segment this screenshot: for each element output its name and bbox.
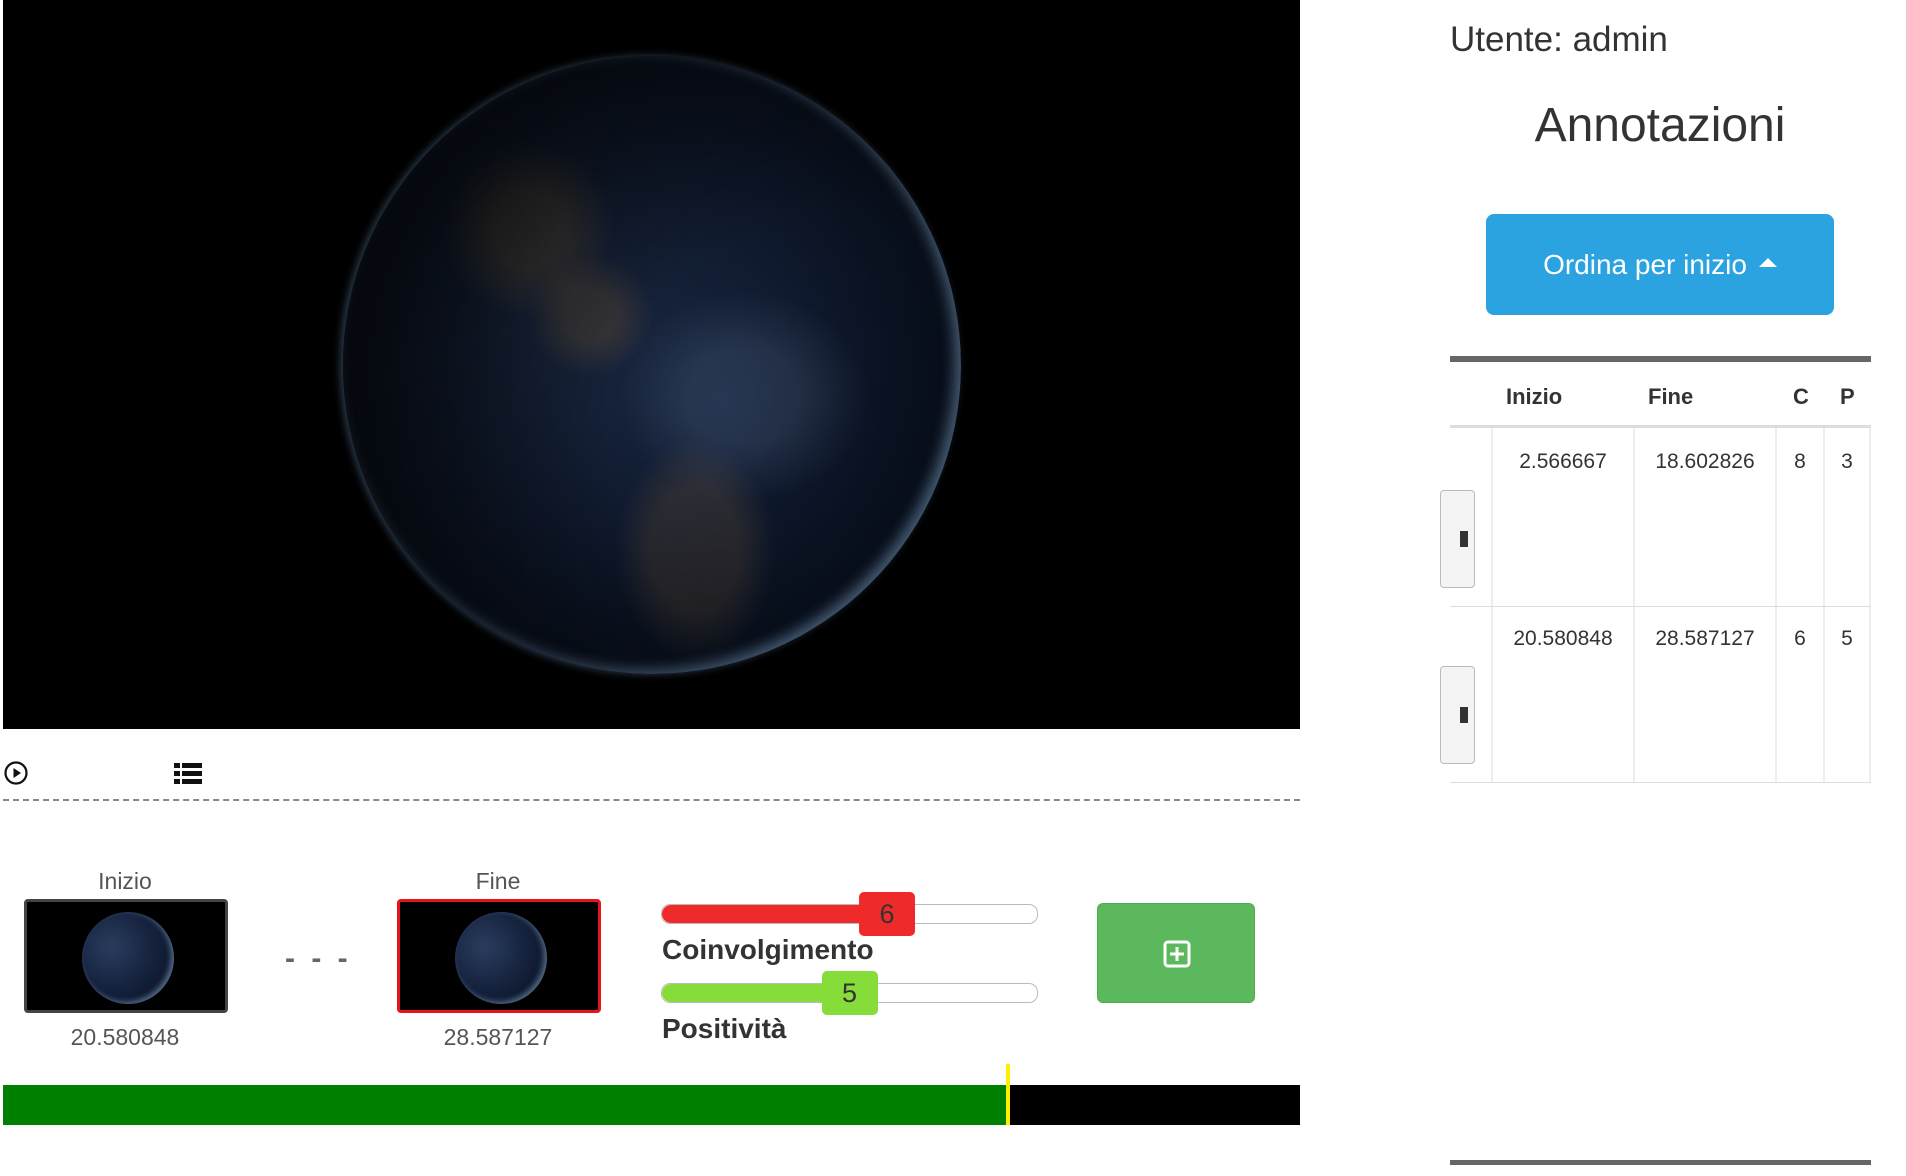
positivita-label: Positività: [662, 1013, 787, 1044]
end-time: 28.587127: [443, 1024, 553, 1050]
table-top-border: [1450, 356, 1871, 362]
coinvolgimento-slider[interactable]: 6: [661, 892, 1038, 936]
coinvolgimento-slider-fill: [662, 905, 863, 923]
start-thumbnail-image: [82, 912, 174, 1004]
table-grid-line: [1823, 428, 1825, 782]
table-grid-line: [1491, 428, 1493, 782]
positivita-slider-handle[interactable]: 5: [821, 971, 878, 1015]
video-frame-earth: [343, 56, 961, 674]
current-user: Utente: admin: [1450, 20, 1668, 59]
table-grid-line: [1775, 428, 1777, 782]
coinvolgimento-label: Coinvolgimento: [662, 934, 874, 965]
column-header-inizio: Inizio: [1506, 384, 1563, 409]
timeline-bar[interactable]: [3, 1064, 1300, 1125]
row-1-inizio: 2.566667: [1519, 450, 1607, 473]
plus-square-icon: [1163, 940, 1191, 968]
timeline-cursor[interactable]: [1005, 1064, 1010, 1125]
end-label: Fine: [475, 868, 521, 894]
list-icon[interactable]: [174, 762, 202, 786]
range-separator: - - -: [285, 942, 352, 975]
table-bottom-border: [1450, 1160, 1871, 1165]
play-circle-icon[interactable]: [4, 761, 28, 785]
positivita-slider-fill: [662, 984, 826, 1002]
row-action-button[interactable]: [1440, 666, 1475, 764]
positivita-slider[interactable]: 5: [661, 971, 1038, 1015]
table-row-divider: [1450, 606, 1871, 607]
sort-button-label: Ordina per inizio: [1543, 249, 1747, 280]
divider: [3, 799, 1300, 801]
row-2-inizio: 20.580848: [1513, 627, 1613, 650]
row-2-c: 6: [1794, 627, 1806, 650]
table-header-divider: [1450, 425, 1871, 428]
row-1-fine: 18.602826: [1655, 450, 1755, 473]
table-grid-line: [1869, 428, 1871, 782]
start-thumbnail[interactable]: [24, 899, 228, 1013]
timeline-progress: [3, 1085, 1006, 1125]
row-action-icon: [1460, 707, 1468, 723]
row-action-button[interactable]: [1440, 490, 1475, 588]
sort-by-start-button[interactable]: Ordina per inizio: [1486, 214, 1834, 315]
table-row-divider: [1450, 782, 1871, 783]
video-player[interactable]: [3, 0, 1300, 729]
column-header-p: P: [1840, 384, 1855, 409]
row-action-icon: [1460, 531, 1468, 547]
row-2-p: 5: [1841, 627, 1853, 650]
end-thumbnail-image: [455, 912, 547, 1004]
column-header-c: C: [1793, 384, 1809, 409]
row-1-p: 3: [1841, 450, 1853, 473]
row-1-c: 8: [1794, 450, 1806, 473]
table-grid-line: [1633, 428, 1635, 782]
add-annotation-button[interactable]: [1097, 903, 1255, 1003]
annotations-title: Annotazioni: [1534, 99, 1786, 152]
end-thumbnail[interactable]: [397, 899, 601, 1013]
row-2-fine: 28.587127: [1655, 627, 1755, 650]
coinvolgimento-slider-handle[interactable]: 6: [859, 892, 915, 936]
start-time: 20.580848: [70, 1024, 180, 1050]
caret-up-icon: [1758, 258, 1777, 268]
column-header-fine: Fine: [1648, 384, 1694, 409]
start-label: Inizio: [98, 868, 152, 894]
